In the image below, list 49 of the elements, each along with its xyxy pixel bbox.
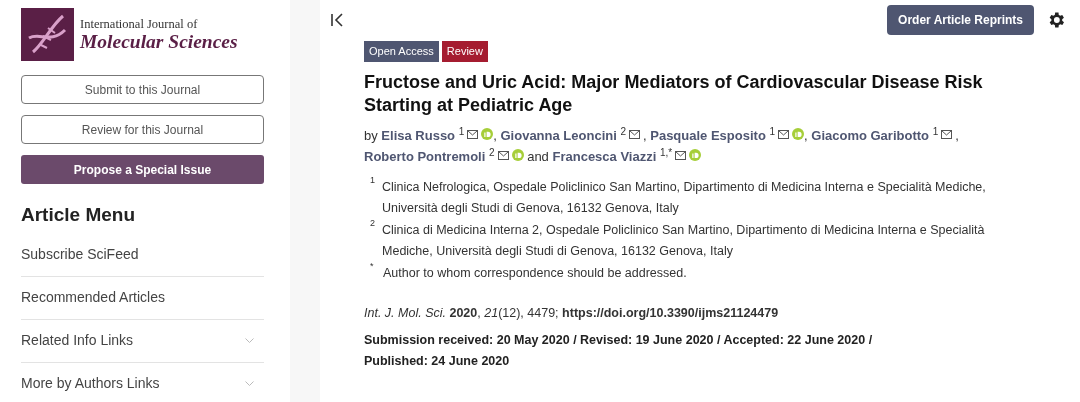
mail-icon[interactable] [497, 150, 509, 160]
mail-icon[interactable] [629, 129, 640, 139]
authors-prefix: by [364, 127, 378, 143]
authors-joiner: and [527, 148, 549, 164]
affiliation-text: Author to whom correspondence should be addressed. [383, 264, 687, 282]
menu-heading: Article Menu [21, 203, 137, 227]
article-badge: Open Access [364, 41, 439, 62]
affiliation-mark: 1 [769, 125, 775, 137]
author-link[interactable]: Giovanna Leoncini [500, 127, 617, 143]
affiliation-mark: 2 [620, 125, 626, 137]
menu-item[interactable]: Subscribe SciFeed [21, 233, 264, 277]
author-separator: , [493, 127, 497, 143]
author-separator: , [955, 127, 959, 143]
article-badge: Review [441, 41, 488, 62]
affiliation-mark: 1 [932, 125, 939, 137]
mail-icon[interactable] [941, 129, 953, 139]
journal-name: Molecular Sciences [80, 32, 238, 52]
author-link[interactable]: Francesca Viazzi [552, 148, 657, 164]
author-separator: , [804, 127, 808, 143]
affiliation-text: Clinica Nefrologica, Ospedale Policlinico San Martino, Dipartimento di Medicina Interna e Specialità Mediche, Università degli Studi di Genova, 16132 Genova, Italy [382, 178, 987, 217]
collapse-sidebar-icon[interactable] [330, 13, 344, 27]
sidebar-button[interactable]: Propose a Special Issue [21, 155, 264, 184]
author-link[interactable]: Roberto Pontremoli [364, 148, 486, 164]
menu-item[interactable]: More by Authors Links [21, 362, 264, 402]
journal-name: International Journal of [80, 17, 199, 30]
mail-icon[interactable] [675, 150, 687, 160]
mail-icon[interactable] [467, 129, 479, 139]
affiliation-mark: 1 [458, 125, 465, 137]
publication-dates: Submission received: 20 May 2020 / Revised: 19 June 2020 / Accepted: 22 June 2020 / [364, 332, 874, 350]
article-title: Fructose and Uric Acid: Major Mediators of Cardiovascular Disease Risk Starting at Pediatric Age [364, 70, 984, 117]
author-link[interactable]: Elisa Russo [381, 127, 456, 143]
sidebar-button[interactable]: Submit to this Journal [21, 75, 264, 104]
affiliation-mark: 2 [488, 146, 495, 158]
mail-icon[interactable] [778, 129, 789, 139]
chevron-down-icon [245, 338, 254, 343]
sidebar-button[interactable]: Review for this Journal [21, 115, 264, 144]
author-link[interactable]: Giacomo Garibotto [811, 127, 929, 143]
publication-dates: Published: 24 June 2020 [364, 353, 511, 371]
order-reprints-button[interactable]: Order Article Reprints [887, 5, 1034, 35]
citation-text: Int. J. Mol. Sci. 2020, 21(12), 4479; [364, 305, 559, 320]
doi-link[interactable]: https://doi.org/10.3390/ijms21124479 [562, 305, 779, 320]
author-separator: , [643, 127, 647, 143]
menu-item[interactable]: Related Info Links [21, 319, 264, 363]
journal-logo-icon [21, 8, 74, 61]
affiliation-text: Clinica di Medicina Interna 2, Ospedale Policlinico San Martino, Dipartimento di Medicina Interna e Specialità Mediche, Università degli Studi di Genova, 16132 Genova, Italy [382, 221, 986, 260]
menu-item[interactable]: Recommended Articles [21, 276, 264, 320]
chevron-down-icon [245, 381, 254, 386]
affiliation-mark: 1,* [659, 146, 673, 158]
author-link[interactable]: Pasquale Esposito [650, 127, 766, 143]
